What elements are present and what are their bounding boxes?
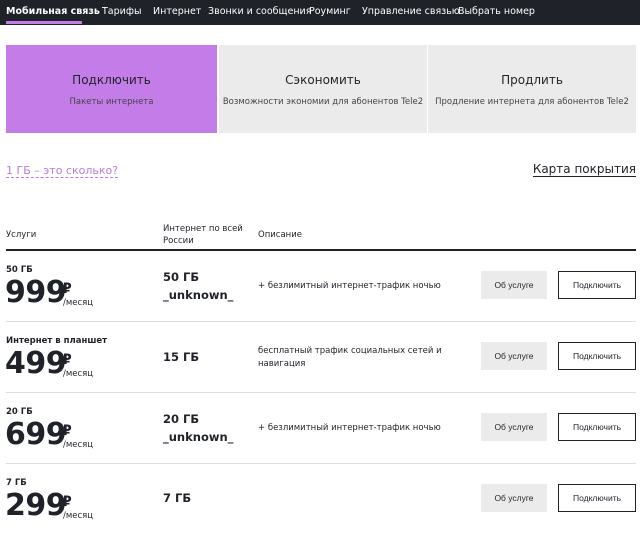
connect-button[interactable]: Подключить (558, 413, 636, 441)
currency-sign: ₽ (62, 423, 72, 439)
about-service-button[interactable]: Об услуге (481, 342, 547, 370)
plan-price: 699 (5, 417, 67, 452)
coverage-map-link[interactable]: Карта покрытия (532, 162, 636, 177)
nav-item-roaming[interactable]: Роуминг (309, 6, 351, 17)
plan-description: + безлимитный интернет-трафик ночью (258, 281, 441, 291)
nav-active-indicator (6, 21, 82, 24)
plan-name: Интернет в планшет (6, 336, 108, 346)
table-row: Интернет в планшет 499 ₽ /месяц 15 ГБ бе… (0, 322, 640, 393)
plan-name: 7 ГБ (6, 478, 27, 488)
tab-save[interactable]: Сэкономить Возможности экономии для абон… (219, 45, 427, 133)
plan-price: 299 (5, 488, 67, 523)
connect-button[interactable]: Подключить (558, 271, 636, 299)
column-header-services: Услуги (6, 230, 37, 240)
plan-description: бесплатный трафик социальных сетей и нав… (258, 346, 442, 369)
price-period: /месяц (63, 298, 94, 308)
tab-connect[interactable]: Подключить Пакеты интернета (6, 45, 217, 133)
nav-item-management[interactable]: Управление связью (362, 6, 460, 17)
tab-title: Сэкономить (285, 73, 361, 87)
plan-description: + безлимитный интернет-трафик ночью (258, 423, 441, 433)
internet-volume: 20 ГБ (163, 412, 200, 426)
currency-sign: ₽ (62, 352, 72, 368)
column-header-description: Описание (258, 230, 302, 240)
plan-price: 499 (5, 346, 67, 381)
currency-sign: ₽ (62, 494, 72, 510)
internet-volume-note: _unknown_ (163, 288, 234, 302)
plan-name: 50 ГБ (6, 265, 33, 275)
plan-price: 999 (5, 275, 67, 310)
about-service-button[interactable]: Об услуге (481, 413, 547, 441)
price-period: /месяц (63, 440, 94, 450)
top-navigation: Мобильная связь Тарифы Интернет Звонки и… (0, 0, 640, 25)
plan-name: 20 ГБ (6, 407, 33, 417)
nav-item-calls[interactable]: Звонки и сообщения (208, 6, 311, 17)
about-service-button[interactable]: Об услуге (481, 484, 547, 512)
nav-item-internet[interactable]: Интернет (153, 6, 201, 17)
internet-volume: 50 ГБ (163, 270, 200, 284)
price-period: /месяц (63, 511, 94, 521)
tab-subtitle: Возможности экономии для абонентов Tele2 (222, 97, 424, 107)
table-row: 50 ГБ 999 ₽ /месяц 50 ГБ _unknown_ + без… (0, 251, 640, 322)
nav-item-choose-number[interactable]: Выбрать номер (458, 6, 535, 17)
tab-subtitle: Пакеты интернета (69, 97, 154, 107)
internet-volume: 7 ГБ (163, 491, 192, 505)
column-header-internet: Интернет по всей России (163, 224, 243, 246)
currency-sign: ₽ (62, 281, 72, 297)
tab-extend[interactable]: Продлить Продление интернета для абонент… (428, 45, 636, 133)
price-period: /месяц (63, 369, 94, 379)
internet-volume: 15 ГБ (163, 350, 200, 364)
nav-item-mobile[interactable]: Мобильная связь (6, 6, 100, 17)
tab-title: Подключить (72, 73, 151, 87)
nav-item-tariffs[interactable]: Тарифы (102, 6, 141, 17)
internet-volume-note: _unknown_ (163, 430, 234, 444)
table-row: 7 ГБ 299 ₽ /месяц 7 ГБ Об услуге Подключ… (0, 464, 640, 535)
table-row: 20 ГБ 699 ₽ /месяц 20 ГБ _unknown_ + без… (0, 393, 640, 464)
gb-explanation-link[interactable]: 1 ГБ – это сколько? (6, 164, 119, 178)
connect-button[interactable]: Подключить (558, 342, 636, 370)
connect-button[interactable]: Подключить (558, 484, 636, 512)
tab-title: Продлить (501, 73, 563, 87)
tab-subtitle: Продление интернета для абонентов Tele2 (435, 97, 629, 107)
about-service-button[interactable]: Об услуге (481, 271, 547, 299)
